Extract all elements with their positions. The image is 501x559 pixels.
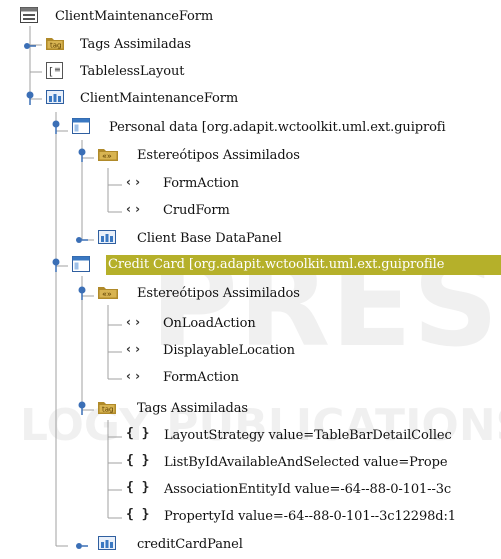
- tag-folder-icon: tag: [98, 400, 116, 418]
- tree-node-tag-value[interactable]: { } LayoutStrategy value=TableBarDetailC…: [0, 423, 501, 450]
- expand-handle-icon[interactable]: [24, 91, 36, 109]
- tree-node-label: Estereótipos Assimilados: [137, 148, 300, 163]
- tree-node-stereotypes[interactable]: «» Estereótipos Assimilados: [0, 281, 501, 308]
- expand-handle-icon[interactable]: [76, 401, 88, 419]
- tree-node-stereotype[interactable]: ‹ › CrudForm: [0, 198, 501, 225]
- stereotype-icon: ‹ ›: [126, 175, 141, 189]
- stereotype-icon: ‹ ›: [126, 202, 141, 216]
- tree-node-client-base-panel[interactable]: Client Base DataPanel: [0, 226, 501, 253]
- tree-node-label: LayoutStrategy value=TableBarDetailColle…: [164, 428, 452, 443]
- svg-text:tag: tag: [102, 406, 113, 414]
- svg-text:[: [: [49, 65, 53, 78]
- tree-node-label: DisplayableLocation: [163, 343, 295, 358]
- tree-node-label: ListByIdAvailableAndSelected value=Prope: [164, 455, 448, 470]
- panel-icon: [46, 90, 64, 108]
- tree-node-label: PropertyId value=-64--88-0-101--3c12298d…: [164, 509, 456, 524]
- tree-node-tags[interactable]: tag Tags Assimiladas: [0, 396, 501, 423]
- tree-node-label: ClientMaintenanceForm: [55, 9, 214, 24]
- tree-node-stereotypes[interactable]: «» Estereótipos Assimilados: [0, 143, 501, 170]
- tree-node-tag-value[interactable]: { } ListByIdAvailableAndSelected value=P…: [0, 450, 501, 477]
- panel-icon: [98, 230, 116, 248]
- expand-handle-icon[interactable]: [76, 148, 88, 166]
- expand-handle-icon[interactable]: [50, 258, 62, 276]
- tree-node-personal-data[interactable]: Personal data [org.adapit.wctoolkit.uml.…: [0, 115, 501, 142]
- collapse-handle-icon[interactable]: [24, 39, 36, 54]
- tree-node-root-form[interactable]: ClientMaintenanceForm: [0, 4, 501, 31]
- collapse-handle-icon[interactable]: [76, 233, 88, 248]
- panel-icon: [98, 536, 116, 554]
- tree-node-label: OnLoadAction: [163, 316, 256, 331]
- layout-icon: [≡: [46, 62, 63, 83]
- svg-text:«»: «»: [102, 290, 112, 299]
- tree-node-stereotype[interactable]: ‹ › OnLoadAction: [0, 311, 501, 338]
- stereotype-folder-icon: «»: [98, 147, 118, 165]
- panel-outline-icon: [72, 256, 90, 276]
- tree-node-main-panel[interactable]: ClientMaintenanceForm: [0, 86, 501, 113]
- stereotype-icon: ‹ ›: [126, 315, 141, 329]
- tag-folder-icon: tag: [46, 36, 64, 54]
- tree-node-label: Personal data [org.adapit.wctoolkit.uml.…: [109, 120, 446, 135]
- tree-node-label: Estereótipos Assimilados: [137, 286, 300, 301]
- tree-node-label: Tags Assimiladas: [137, 401, 248, 416]
- tree-node-label: ClientMaintenanceForm: [80, 91, 239, 106]
- tree-node-label: CrudForm: [163, 203, 230, 218]
- tree-node-stereotype[interactable]: ‹ › FormAction: [0, 171, 501, 198]
- tree-node-label: AssociationEntityId value=-64--88-0-101-…: [164, 482, 452, 497]
- svg-text:≡: ≡: [54, 65, 61, 74]
- panel-outline-icon: [72, 118, 90, 138]
- expand-handle-icon[interactable]: [76, 286, 88, 304]
- tree-node-label: creditCardPanel: [137, 537, 243, 552]
- expand-handle-icon[interactable]: [50, 120, 62, 138]
- tree-node-tags[interactable]: tag Tags Assimiladas: [0, 32, 501, 59]
- tree-node-label: FormAction: [163, 370, 239, 385]
- svg-text:«»: «»: [102, 152, 112, 161]
- tree-node-label: Client Base DataPanel: [137, 231, 282, 246]
- tree-node-stereotype[interactable]: ‹ › FormAction: [0, 365, 501, 392]
- tag-value-icon: { }: [126, 426, 150, 441]
- tag-value-icon: { }: [126, 453, 150, 468]
- tree-node-label: FormAction: [163, 176, 239, 191]
- tree-node-credit-card[interactable]: Credit Card [org.adapit.wctoolkit.uml.ex…: [0, 253, 501, 280]
- tree-node-tag-value[interactable]: { } AssociationEntityId value=-64--88-0-…: [0, 477, 501, 504]
- svg-text:tag: tag: [50, 42, 61, 50]
- tree-node-tag-value[interactable]: { } PropertyId value=-64--88-0-101--3c12…: [0, 504, 501, 531]
- tree-node-label-selected: Credit Card [org.adapit.wctoolkit.uml.ex…: [106, 255, 501, 275]
- stereotype-icon: ‹ ›: [126, 342, 141, 356]
- tag-value-icon: { }: [126, 480, 150, 495]
- stereotype-folder-icon: «»: [98, 285, 118, 303]
- collapse-handle-icon[interactable]: [76, 539, 88, 554]
- stereotype-icon: ‹ ›: [126, 369, 141, 383]
- form-icon: [20, 7, 38, 27]
- tree-node-stereotype[interactable]: ‹ › DisplayableLocation: [0, 338, 501, 365]
- tree-node-layout[interactable]: [≡ TablelessLayout: [0, 59, 501, 86]
- tree-node-label: TablelessLayout: [80, 64, 185, 79]
- tree-node-label: Tags Assimiladas: [80, 37, 191, 52]
- model-tree: ClientMaintenanceForm tag Tags Assimilad…: [0, 0, 501, 555]
- tag-value-icon: { }: [126, 507, 150, 522]
